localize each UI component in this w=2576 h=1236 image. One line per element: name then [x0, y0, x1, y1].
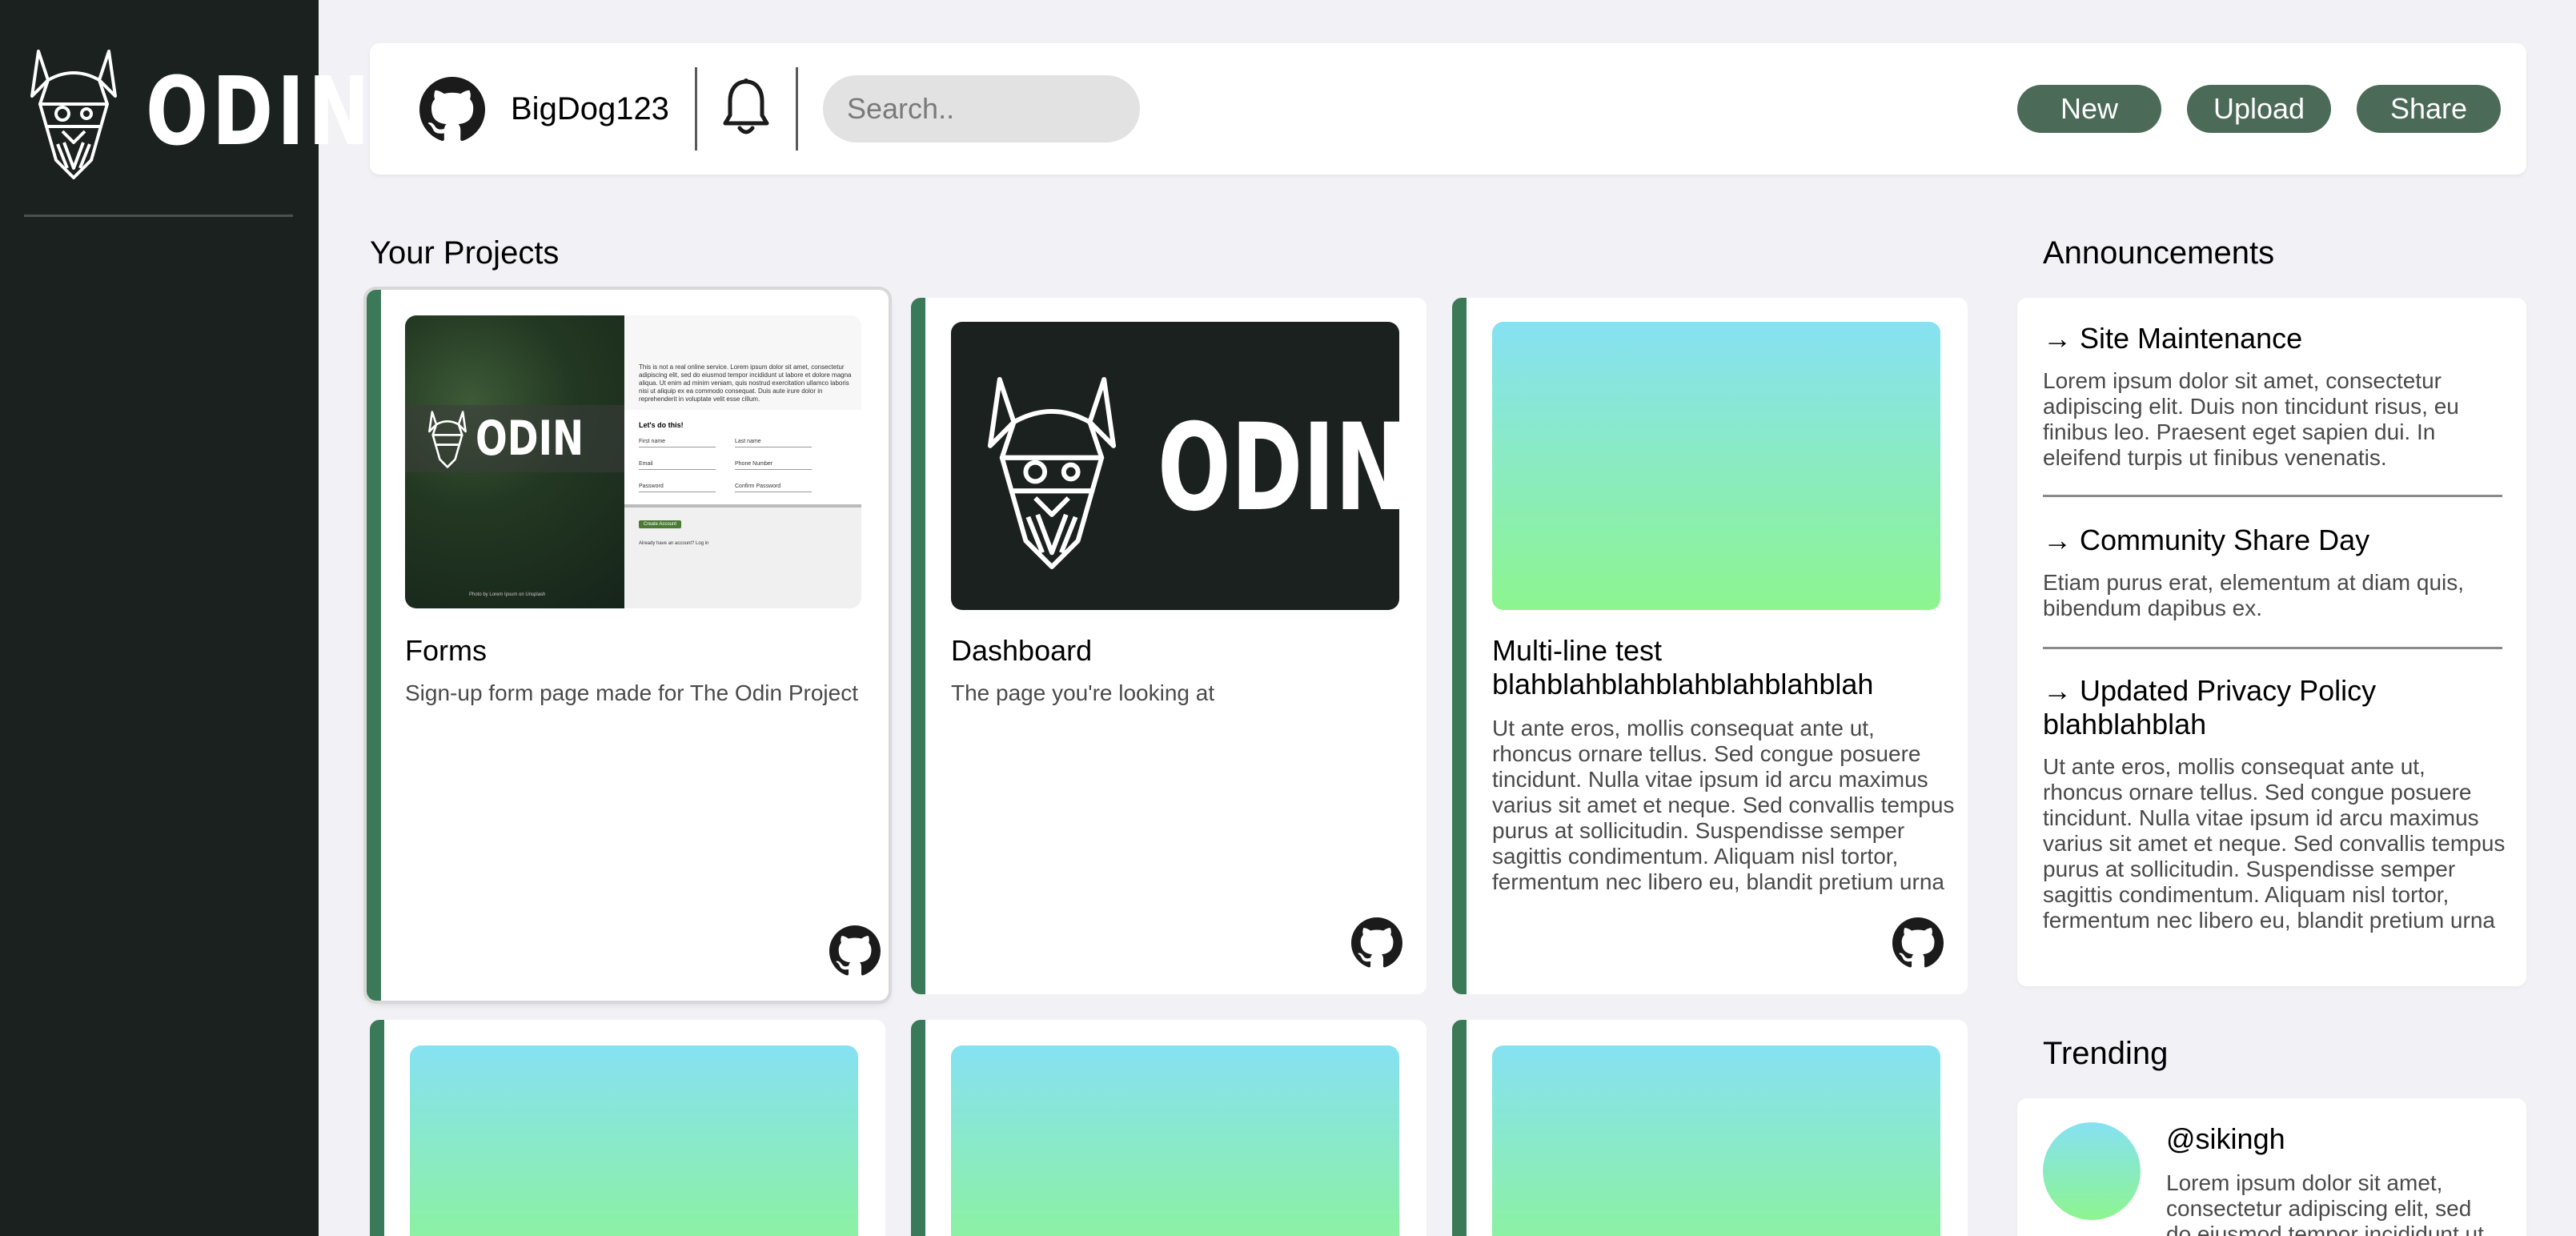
sidebar-divider: [24, 215, 293, 217]
viking-helmet-icon: [428, 411, 467, 468]
brand-wordmark: ODIN: [146, 56, 374, 167]
header-bar: BigDog123 New Upload Share: [370, 43, 2526, 175]
project-thumbnail: [1492, 322, 1940, 610]
photo-credit: Photo by Lorem Ipsum on Unsplash: [469, 592, 546, 597]
sidebar: ODIN: [0, 0, 370, 1236]
form-preview-button: Create Account: [639, 520, 682, 528]
github-icon[interactable]: [829, 925, 881, 977]
project-card[interactable]: [911, 1020, 1426, 1236]
project-thumbnail: ODIN Photo by Lorem Ipsum on Unsplash Th…: [405, 315, 861, 608]
announcement-title[interactable]: → Community Share Day: [2043, 524, 2507, 557]
project-thumbnail: [951, 1045, 1399, 1236]
announcements-title: Announcements: [2043, 235, 2275, 271]
odin-logo[interactable]: ODIN: [24, 48, 370, 184]
project-card[interactable]: [370, 1020, 885, 1236]
preview-wordmark: ODIN: [1158, 399, 1399, 538]
username[interactable]: BigDog123: [511, 90, 669, 128]
trending-avatar[interactable]: [2043, 1122, 2141, 1220]
project-description: Sign-up form page made for The Odin Proj…: [405, 680, 859, 705]
forest-image: ODIN Photo by Lorem Ipsum on Unsplash: [405, 315, 624, 608]
upload-button[interactable]: Upload: [2187, 85, 2331, 133]
trending-handle[interactable]: @sikingh: [2166, 1122, 2285, 1156]
project-title: Multi-line test blahblahblahblahblahblah…: [1492, 634, 1874, 700]
form-preview-intro: This is not a real online service. Lorem…: [639, 363, 852, 403]
search-input[interactable]: [823, 75, 1140, 142]
header-divider: [796, 67, 798, 150]
new-button[interactable]: New: [2017, 85, 2161, 133]
header-divider: [695, 67, 697, 150]
project-card-multiline[interactable]: Multi-line test blahblahblahblahblahblah…: [1452, 298, 1968, 994]
project-card[interactable]: [1452, 1020, 1968, 1236]
preview-wordmark: ODIN: [475, 411, 584, 467]
announcement-body: Lorem ipsum dolor sit amet, consectetur …: [2043, 368, 2459, 470]
form-preview-heading: Let's do this!: [639, 421, 684, 429]
project-thumbnail: ODIN: [951, 322, 1399, 610]
trending-panel: @sikingh Lorem ipsum dolor sit amet, con…: [2017, 1098, 2526, 1236]
share-button[interactable]: Share: [2357, 85, 2501, 133]
project-title: Forms: [405, 634, 487, 667]
project-description: Ut ante eros, mollis consequat ante ut, …: [1492, 716, 1955, 894]
bell-icon[interactable]: [720, 77, 772, 138]
project-thumbnail: [1492, 1045, 1940, 1236]
project-card-dashboard[interactable]: ODIN Dashboard The page you're looking a…: [911, 298, 1426, 994]
form-preview-footer: Already have an account? Log in: [639, 541, 709, 546]
github-icon[interactable]: [1351, 917, 1402, 969]
viking-helmet-icon: [987, 376, 1117, 570]
announcement-title[interactable]: → Site Maintenance: [2043, 322, 2507, 355]
announcement-body: Etiam purus erat, elementum at diam quis…: [2043, 570, 2465, 620]
github-avatar-icon[interactable]: [419, 77, 485, 142]
project-title: Dashboard: [951, 634, 1093, 667]
trending-body: Lorem ipsum dolor sit amet, consectetur …: [2166, 1170, 2484, 1236]
announcement-body: Ut ante eros, mollis consequat ante ut, …: [2043, 754, 2506, 933]
announcements-panel: → Site Maintenance Lorem ipsum dolor sit…: [2017, 298, 2526, 986]
trending-title: Trending: [2043, 1036, 2169, 1071]
project-description: The page you're looking at: [951, 680, 1215, 705]
project-thumbnail: [410, 1045, 858, 1236]
announcement-divider: [2043, 647, 2502, 649]
form-preview: This is not a real online service. Lorem…: [624, 315, 861, 508]
announcement-title[interactable]: → Updated Privacy Policy blahblahblah: [2043, 674, 2507, 741]
announcement-divider: [2043, 495, 2502, 497]
github-icon[interactable]: [1892, 917, 1944, 969]
viking-helmet-icon: [30, 50, 117, 179]
project-card-forms[interactable]: ODIN Photo by Lorem Ipsum on Unsplash Th…: [367, 290, 889, 1001]
projects-title: Your Projects: [370, 235, 560, 271]
